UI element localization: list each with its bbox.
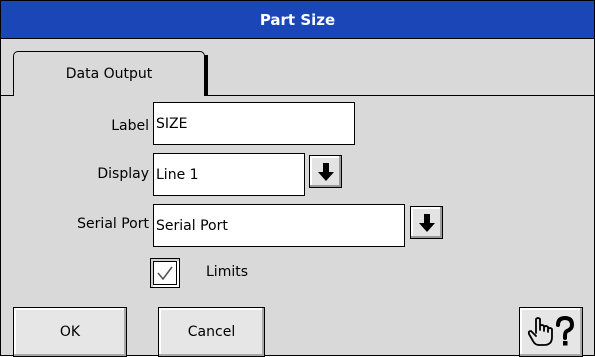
arrow-down-icon [418, 213, 435, 232]
window-title: Part Size [259, 10, 336, 29]
display-select[interactable]: Line 1 [153, 153, 305, 196]
title-bar: Part Size [1, 1, 594, 39]
tab-data-output[interactable]: Data Output [13, 51, 208, 98]
serial-port-field-label: Serial Port [77, 216, 149, 232]
ok-button[interactable]: OK [13, 307, 127, 357]
limits-label: Limits [206, 264, 248, 280]
display-dropdown-button[interactable] [309, 155, 342, 188]
cancel-button[interactable]: Cancel [158, 307, 265, 357]
label-field-label: Label [111, 118, 149, 134]
checkmark-icon [157, 266, 173, 281]
tab-label: Data Output [65, 66, 153, 82]
serial-port-select[interactable]: Serial Port [153, 204, 405, 247]
label-input[interactable]: SIZE [153, 102, 355, 145]
pointing-hand-question-icon [527, 315, 575, 346]
display-field-label: Display [97, 166, 149, 182]
help-button[interactable] [519, 307, 583, 357]
serial-port-dropdown-button[interactable] [410, 206, 443, 239]
part-size-dialog: Part Size Data Output Label SIZE Display… [0, 0, 595, 357]
tab-strip: Data Output [1, 39, 594, 98]
arrow-down-icon [317, 162, 334, 181]
limits-checkbox[interactable] [150, 258, 180, 288]
